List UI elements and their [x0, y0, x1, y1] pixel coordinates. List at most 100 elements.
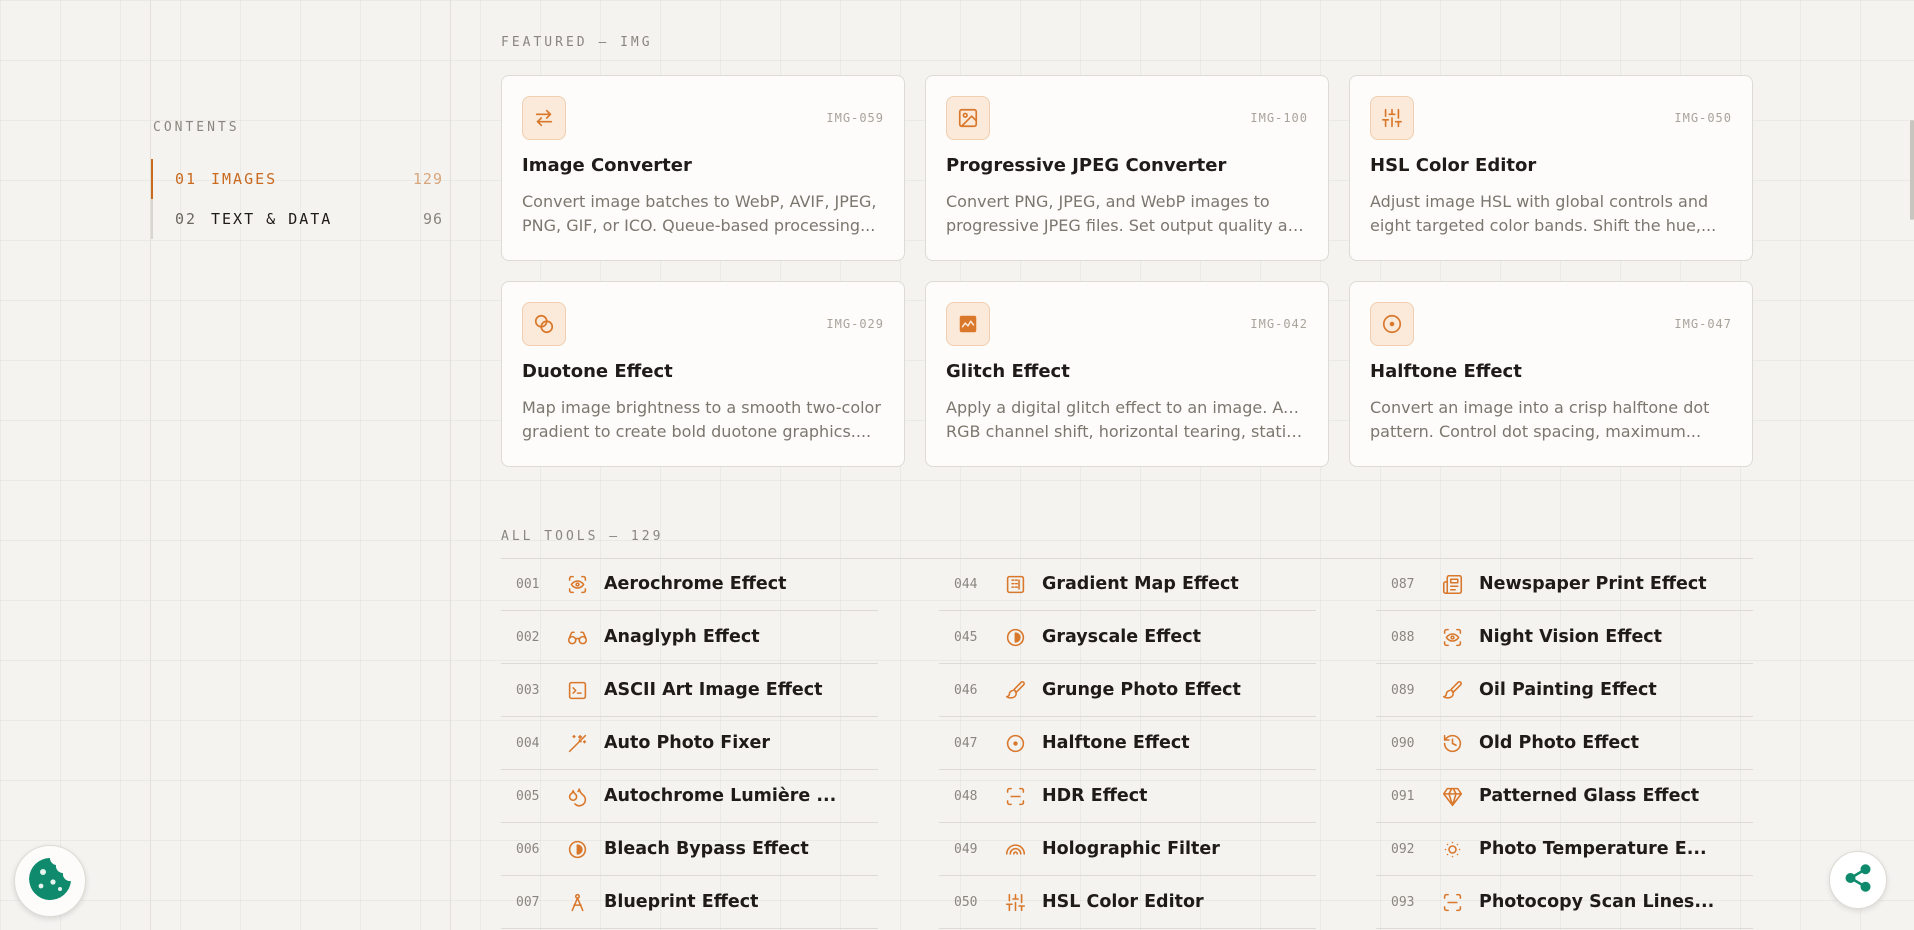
tool-name: Night Vision Effect: [1479, 627, 1663, 647]
tool-name: Gradient Map Effect: [1042, 574, 1239, 594]
contents-heading: CONTENTS: [153, 120, 240, 135]
cookie-settings-button[interactable]: [14, 845, 86, 917]
featured-card[interactable]: IMG-042 Glitch Effect Apply a digital glit…: [925, 281, 1329, 467]
card-code: IMG-047: [1674, 317, 1732, 331]
gradient-square-icon: [1005, 574, 1042, 595]
tool-name: Old Photo Effect: [1479, 733, 1640, 753]
sliders-icon: [1005, 892, 1042, 913]
convert-arrows-icon: [522, 96, 566, 140]
tool-row[interactable]: 006 Bleach Bypass Effect: [501, 823, 878, 876]
toc-item-text-data[interactable]: 02 TEXT & DATA 96: [153, 199, 443, 239]
tool-number: 090: [1391, 735, 1415, 751]
tool-name: Bleach Bypass Effect: [604, 839, 809, 859]
tool-row[interactable]: 047 Halftone Effect: [939, 717, 1316, 770]
tool-row[interactable]: 004 Auto Photo Fixer: [501, 717, 878, 770]
toc-item-number: 02: [175, 210, 198, 228]
tool-name: Photo Temperature E...: [1479, 839, 1707, 859]
tool-row[interactable]: 045 Grayscale Effect: [939, 611, 1316, 664]
tool-name: Oil Painting Effect: [1479, 680, 1657, 700]
card-title: Duotone Effect: [522, 361, 673, 382]
card-description-line: RGB channel shift, horizontal tearing, s…: [946, 422, 1308, 441]
tool-row[interactable]: 048 HDR Effect: [939, 770, 1316, 823]
tool-number: 007: [516, 894, 540, 910]
scan-frame-icon: [1442, 892, 1479, 913]
tool-number: 004: [516, 735, 540, 751]
all-tools-heading: ALL TOOLS — 129: [501, 529, 664, 544]
card-description: Convert image batches to WebP, AVIF, JPE…: [522, 190, 884, 238]
tool-number: 006: [516, 841, 540, 857]
tools-column-1: 001 Aerochrome Effect 002 Anaglyph Effect 00…: [501, 558, 878, 929]
card-description-line: Convert an image into a crisp halftone d…: [1370, 398, 1710, 417]
card-code: IMG-050: [1674, 111, 1732, 125]
tool-row[interactable]: 007 Blueprint Effect: [501, 876, 878, 929]
card-code: IMG-100: [1250, 111, 1308, 125]
tool-name: Halftone Effect: [1042, 733, 1190, 753]
tool-row[interactable]: 001 Aerochrome Effect: [501, 558, 878, 611]
compass-drafting-icon: [567, 892, 604, 913]
scrollbar-thumb[interactable]: [1910, 120, 1914, 220]
tool-row[interactable]: 044 Gradient Map Effect: [939, 558, 1316, 611]
featured-heading: FEATURED — IMG: [501, 35, 653, 50]
tool-row[interactable]: 046 Grunge Photo Effect: [939, 664, 1316, 717]
tool-row[interactable]: 087 Newspaper Print Effect: [1376, 558, 1753, 611]
card-code: IMG-059: [826, 111, 884, 125]
card-description-line: Convert PNG, JPEG, and WebP images to: [946, 192, 1270, 211]
droplets-icon: [567, 786, 604, 807]
tool-name: Grunge Photo Effect: [1042, 680, 1241, 700]
tool-row[interactable]: 093 Photocopy Scan Lines...: [1376, 876, 1753, 929]
tool-row[interactable]: 090 Old Photo Effect: [1376, 717, 1753, 770]
card-description-line: PNG, GIF, or ICO. Queue-based processing…: [522, 216, 876, 235]
tool-number: 087: [1391, 576, 1415, 592]
tool-name: Newspaper Print Effect: [1479, 574, 1707, 594]
tool-row[interactable]: 092 Photo Temperature E...: [1376, 823, 1753, 876]
tool-row[interactable]: 050 HSL Color Editor: [939, 876, 1316, 929]
tool-number: 002: [516, 629, 540, 645]
tool-name: Auto Photo Fixer: [604, 733, 771, 753]
tool-row[interactable]: 089 Oil Painting Effect: [1376, 664, 1753, 717]
card-code: IMG-029: [826, 317, 884, 331]
card-title: Image Converter: [522, 155, 692, 176]
tool-row[interactable]: 049 Holographic Filter: [939, 823, 1316, 876]
tool-number: 001: [516, 576, 540, 592]
toc-item-label: TEXT & DATA: [211, 210, 333, 228]
overlapping-circles-icon: [522, 302, 566, 346]
tool-number: 088: [1391, 629, 1415, 645]
sliders-icon: [1370, 96, 1414, 140]
tool-number: 091: [1391, 788, 1415, 804]
circle-dot-icon: [1370, 302, 1414, 346]
sun-dim-icon: [1442, 839, 1479, 860]
featured-card[interactable]: IMG-050 HSL Color Editor Adjust image HSL …: [1349, 75, 1753, 261]
tool-name: Holographic Filter: [1042, 839, 1220, 859]
eye-scan-icon: [567, 574, 604, 595]
tool-name: Autochrome Lumière ...: [604, 786, 837, 806]
tools-column-3: 087 Newspaper Print Effect 088 Night Vision…: [1376, 558, 1753, 929]
featured-card[interactable]: IMG-047 Halftone Effect Convert an image i…: [1349, 281, 1753, 467]
card-description: Adjust image HSL with global controls an…: [1370, 190, 1732, 238]
tools-column-2: 044 Gradient Map Effect 045 Grayscale Effec…: [939, 558, 1316, 929]
featured-cards: IMG-059 Image Converter Convert image batc…: [501, 75, 1753, 467]
card-code: IMG-042: [1250, 317, 1308, 331]
tool-row[interactable]: 091 Patterned Glass Effect: [1376, 770, 1753, 823]
table-of-contents: 01 IMAGES 129 02 TEXT & DATA 96: [151, 159, 443, 239]
gem-icon: [1442, 786, 1479, 807]
featured-card[interactable]: IMG-059 Image Converter Convert image batc…: [501, 75, 905, 261]
tool-row[interactable]: 003 ASCII Art Image Effect: [501, 664, 878, 717]
tool-row[interactable]: 005 Autochrome Lumière ...: [501, 770, 878, 823]
tool-number: 048: [954, 788, 978, 804]
tool-number: 046: [954, 682, 978, 698]
toc-item-number: 01: [175, 170, 198, 188]
card-description-line: Apply a digital glitch effect to an imag…: [946, 398, 1308, 417]
tool-number: 089: [1391, 682, 1415, 698]
eye-scan-icon: [1442, 627, 1479, 648]
toc-item-images[interactable]: 01 IMAGES 129: [151, 159, 443, 199]
card-description-line: Adjust image HSL with global controls an…: [1370, 192, 1709, 211]
featured-card[interactable]: IMG-029 Duotone Effect Map image brightnes…: [501, 281, 905, 467]
tool-row[interactable]: 088 Night Vision Effect: [1376, 611, 1753, 664]
circle-dot-icon: [1005, 733, 1042, 754]
share-button[interactable]: [1829, 851, 1887, 909]
newspaper-icon: [1442, 574, 1479, 595]
featured-card[interactable]: IMG-100 Progressive JPEG Converter Convert…: [925, 75, 1329, 261]
tool-name: ASCII Art Image Effect: [604, 680, 823, 700]
card-title: HSL Color Editor: [1370, 155, 1537, 176]
tool-row[interactable]: 002 Anaglyph Effect: [501, 611, 878, 664]
